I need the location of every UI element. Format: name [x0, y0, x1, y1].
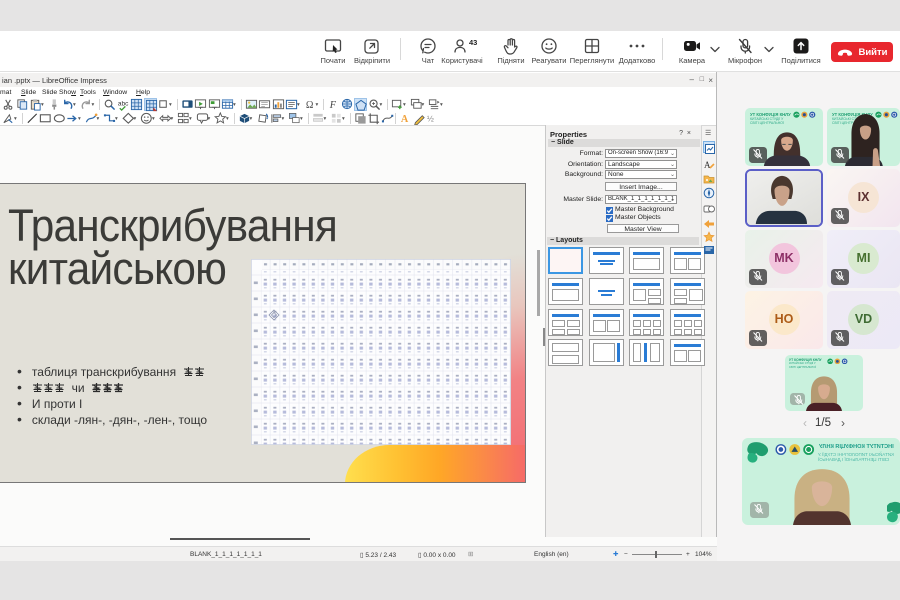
svg-text:½: ½ — [427, 113, 434, 123]
svg-text:Ω: Ω — [305, 100, 313, 111]
svg-text:F: F — [329, 100, 337, 111]
svg-text:A: A — [401, 114, 409, 125]
svg-text:abc: abc — [117, 100, 128, 107]
